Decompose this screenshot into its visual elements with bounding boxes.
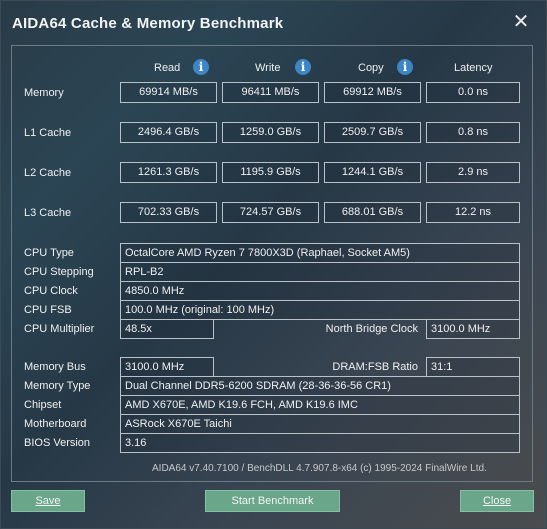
row-label-l1-cache: L1 Cache	[24, 127, 72, 139]
memory-latency-value: 0.0 ns	[426, 82, 520, 103]
column-header-copy: Copy	[358, 62, 384, 74]
window-title: AIDA64 Cache & Memory Benchmark	[12, 15, 284, 32]
l2-write-value: 1195.9 GB/s	[222, 162, 319, 183]
cpu-type-value: OctalCore AMD Ryzen 7 7800X3D (Raphael, …	[120, 243, 520, 263]
chipset-label: Chipset	[24, 399, 62, 411]
motherboard-value: ASRock X670E Taichi	[120, 414, 520, 434]
l1-copy-value: 2509.7 GB/s	[324, 122, 421, 143]
row-label-memory: Memory	[24, 87, 64, 99]
memory-type-value: Dual Channel DDR5-6200 SDRAM (28-36-36-5…	[120, 376, 520, 396]
chipset-value: AMD X670E, AMD K19.6 FCH, AMD K19.6 IMC	[120, 395, 520, 415]
close-button[interactable]: Close	[460, 490, 534, 512]
start-benchmark-button[interactable]: Start Benchmark	[205, 490, 340, 512]
cpu-fsb-label: CPU FSB	[24, 304, 72, 316]
write-info-icon[interactable]: i	[295, 59, 311, 75]
benchmark-window: AIDA64 Cache & Memory Benchmark ✕ Read i…	[0, 0, 547, 529]
l2-copy-value: 1244.1 GB/s	[324, 162, 421, 183]
memory-bus-label: Memory Bus	[24, 361, 86, 373]
memory-write-value: 96411 MB/s	[222, 82, 319, 103]
cpu-type-label: CPU Type	[24, 247, 74, 259]
save-button[interactable]: Save	[11, 490, 85, 512]
motherboard-label: Motherboard	[24, 418, 87, 430]
column-header-read: Read	[154, 62, 181, 74]
read-info-icon[interactable]: i	[193, 59, 209, 75]
cpu-clock-label: CPU Clock	[24, 285, 78, 297]
save-button-label: Save	[35, 495, 61, 507]
l1-write-value: 1259.0 GB/s	[222, 122, 319, 143]
dram-fsb-ratio-label: DRAM:FSB Ratio	[332, 361, 418, 373]
close-button-label: Close	[482, 495, 512, 507]
bios-version-label: BIOS Version	[24, 437, 91, 449]
title-bar: AIDA64 Cache & Memory Benchmark ✕	[1, 1, 547, 45]
l3-write-value: 724.57 GB/s	[222, 202, 319, 223]
l3-copy-value: 688.01 GB/s	[324, 202, 421, 223]
cpu-stepping-label: CPU Stepping	[24, 266, 94, 278]
column-header-write: Write	[255, 62, 281, 74]
close-window-icon[interactable]: ✕	[510, 11, 532, 33]
cpu-multiplier-label: CPU Multiplier	[24, 323, 95, 335]
memory-bus-value: 3100.0 MHz	[120, 357, 214, 377]
cpu-fsb-value: 100.0 MHz (original: 100 MHz)	[120, 300, 520, 320]
row-label-l3-cache: L3 Cache	[24, 207, 72, 219]
l3-read-value: 702.33 GB/s	[120, 202, 217, 223]
north-bridge-clock-value: 3100.0 MHz	[426, 319, 520, 339]
north-bridge-clock-label: North Bridge Clock	[325, 323, 418, 335]
memory-read-value: 69914 MB/s	[120, 82, 217, 103]
memory-type-label: Memory Type	[24, 380, 91, 392]
row-label-l2-cache: L2 Cache	[24, 167, 72, 179]
version-footer: AIDA64 v7.40.7100 / BenchDLL 4.7.907.8-x…	[152, 463, 487, 474]
memory-copy-value: 69912 MB/s	[324, 82, 421, 103]
cpu-stepping-value: RPL-B2	[120, 262, 520, 282]
cpu-multiplier-value: 48.5x	[120, 319, 214, 339]
cpu-clock-value: 4850.0 MHz	[120, 281, 520, 301]
copy-info-icon[interactable]: i	[397, 59, 413, 75]
l2-latency-value: 2.9 ns	[426, 162, 520, 183]
start-benchmark-button-label: Start Benchmark	[231, 495, 314, 507]
l1-read-value: 2496.4 GB/s	[120, 122, 217, 143]
l3-latency-value: 12.2 ns	[426, 202, 520, 223]
dram-fsb-ratio-value: 31:1	[426, 357, 520, 377]
bios-version-value: 3.16	[120, 433, 520, 453]
l2-read-value: 1261.3 GB/s	[120, 162, 217, 183]
l1-latency-value: 0.8 ns	[426, 122, 520, 143]
column-header-latency: Latency	[454, 62, 493, 74]
